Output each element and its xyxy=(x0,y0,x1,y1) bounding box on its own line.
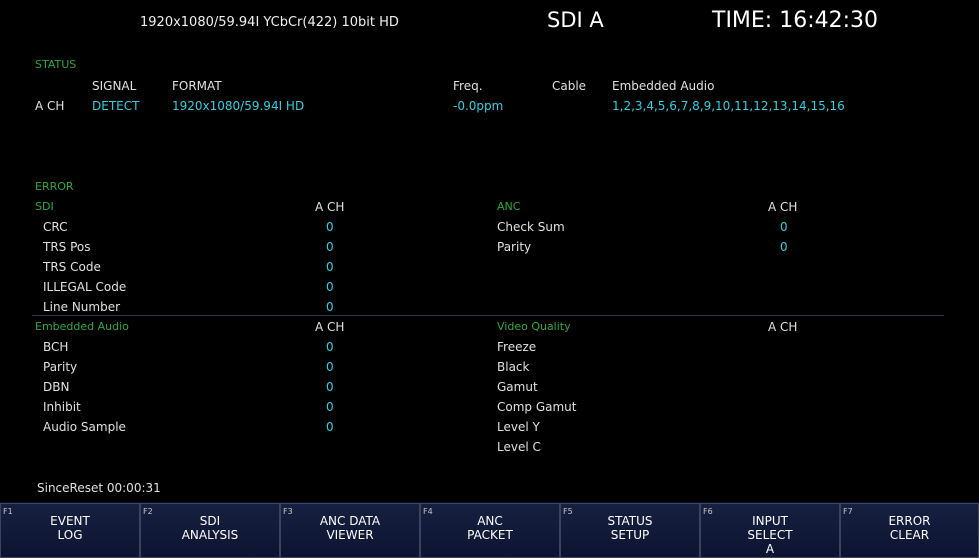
signal-status-value: DETECT xyxy=(92,99,140,113)
status-col-format: FORMAT xyxy=(172,79,222,93)
sdi-row-label: TRS Pos xyxy=(43,240,91,254)
error-section-title: ERROR xyxy=(35,180,74,193)
fkey-label-line1: ANC xyxy=(477,514,503,528)
freq-status-value: -0.0ppm xyxy=(453,99,504,113)
fkey-label-line2: SELECT xyxy=(747,528,793,542)
video-row-label: Level Y xyxy=(497,420,540,434)
sdi-row-value: 0 xyxy=(326,220,334,234)
event-log-button[interactable]: F1 EVENT LOG xyxy=(0,503,140,558)
error-clear-button[interactable]: F7 ERROR CLEAR xyxy=(840,503,979,558)
fkey-label-line1: ERROR xyxy=(888,514,931,528)
audio-row-label: Audio Sample xyxy=(43,420,126,434)
status-row-label: A CH xyxy=(35,99,65,113)
status-col-cable: Cable xyxy=(552,79,587,93)
status-col-signal: SIGNAL xyxy=(92,79,137,93)
video-row-label: Freeze xyxy=(497,340,537,354)
fkey-label-line2: ANALYSIS xyxy=(181,528,239,542)
fkey-label-line2: PACKET xyxy=(467,528,513,542)
anc-row-value: 0 xyxy=(780,240,788,254)
audio-row-label: Inhibit xyxy=(43,400,81,414)
status-col-freq: Freq. xyxy=(453,79,483,93)
anc-row-label: Parity xyxy=(497,240,532,254)
anc-row-label: Check Sum xyxy=(497,220,565,234)
sdi-group-title: SDI xyxy=(35,200,54,213)
input-name: SDI A xyxy=(547,8,604,32)
sdi-row-label: CRC xyxy=(43,220,68,234)
fkey-label-line1: ANC DATA xyxy=(319,514,381,528)
status-setup-button[interactable]: F5 STATUS SETUP xyxy=(560,503,700,558)
video-row-label: Comp Gamut xyxy=(497,400,577,414)
fkey-label-line2: LOG xyxy=(57,528,83,542)
sdi-row-label: TRS Code xyxy=(43,260,101,274)
audio-row-value: 0 xyxy=(326,360,334,374)
embedded-audio-group-title: Embedded Audio xyxy=(35,320,129,333)
video-row-label: Gamut xyxy=(497,380,538,394)
time-readout: TIME: 16:42:30 xyxy=(712,8,879,33)
audio-row-value: 0 xyxy=(326,380,334,394)
sdi-row-value: 0 xyxy=(326,280,334,294)
sdi-row-value: 0 xyxy=(326,260,334,274)
audio-row-value: 0 xyxy=(326,340,334,354)
audio-row-label: Parity xyxy=(43,360,78,374)
fkey-label-line1: INPUT xyxy=(752,514,788,528)
fkey-label-line3: A xyxy=(765,542,775,556)
anc-row-value: 0 xyxy=(780,220,788,234)
fkey-label-line1: SDI xyxy=(199,514,221,528)
sdi-channel-header: A CH xyxy=(315,200,345,214)
format-status-value: 1920x1080/59.94I HD xyxy=(172,99,305,113)
status-col-embedded-audio: Embedded Audio xyxy=(612,79,715,93)
audio-row-value: 0 xyxy=(326,400,334,414)
anc-packet-button[interactable]: F4 ANC PACKET xyxy=(420,503,560,558)
fkey-label-line2: SETUP xyxy=(610,528,650,542)
video-quality-group-title: Video Quality xyxy=(497,320,571,333)
audio-row-label: BCH xyxy=(43,340,69,354)
video-row-label: Black xyxy=(497,360,530,374)
video-format-readout: 1920x1080/59.94I YCbCr(422) 10bit HD xyxy=(140,15,399,30)
anc-data-viewer-button[interactable]: F3 ANC DATA VIEWER xyxy=(280,503,420,558)
fkey-label-line1: EVENT xyxy=(50,514,90,528)
input-select-button[interactable]: F6 INPUT SELECT A xyxy=(700,503,840,558)
sdi-row-value: 0 xyxy=(326,240,334,254)
video-row-label: Level C xyxy=(497,440,541,454)
sdi-row-value: 0 xyxy=(326,300,334,314)
status-section-title: STATUS xyxy=(35,58,77,71)
audio-row-label: DBN xyxy=(43,380,70,394)
embedded-audio-channel-header: A CH xyxy=(315,320,345,334)
since-reset-readout: SinceReset 00:00:31 xyxy=(37,481,161,495)
fkey-label-line2: CLEAR xyxy=(889,528,930,542)
audio-row-value: 0 xyxy=(326,420,334,434)
group-divider xyxy=(32,315,944,316)
sdi-row-label: ILLEGAL Code xyxy=(43,280,127,294)
fkey-label-line1: STATUS xyxy=(607,514,653,528)
sdi-analysis-button[interactable]: F2 SDI ANALYSIS xyxy=(140,503,280,558)
video-quality-channel-header: A CH xyxy=(768,320,798,334)
fkey-label-line2: VIEWER xyxy=(326,528,374,542)
anc-group-title: ANC xyxy=(497,200,521,213)
anc-channel-header: A CH xyxy=(768,200,798,214)
embedded-audio-status-value: 1,2,3,4,5,6,7,8,9,10,11,12,13,14,15,16 xyxy=(612,99,845,113)
sdi-row-label: Line Number xyxy=(43,300,121,314)
